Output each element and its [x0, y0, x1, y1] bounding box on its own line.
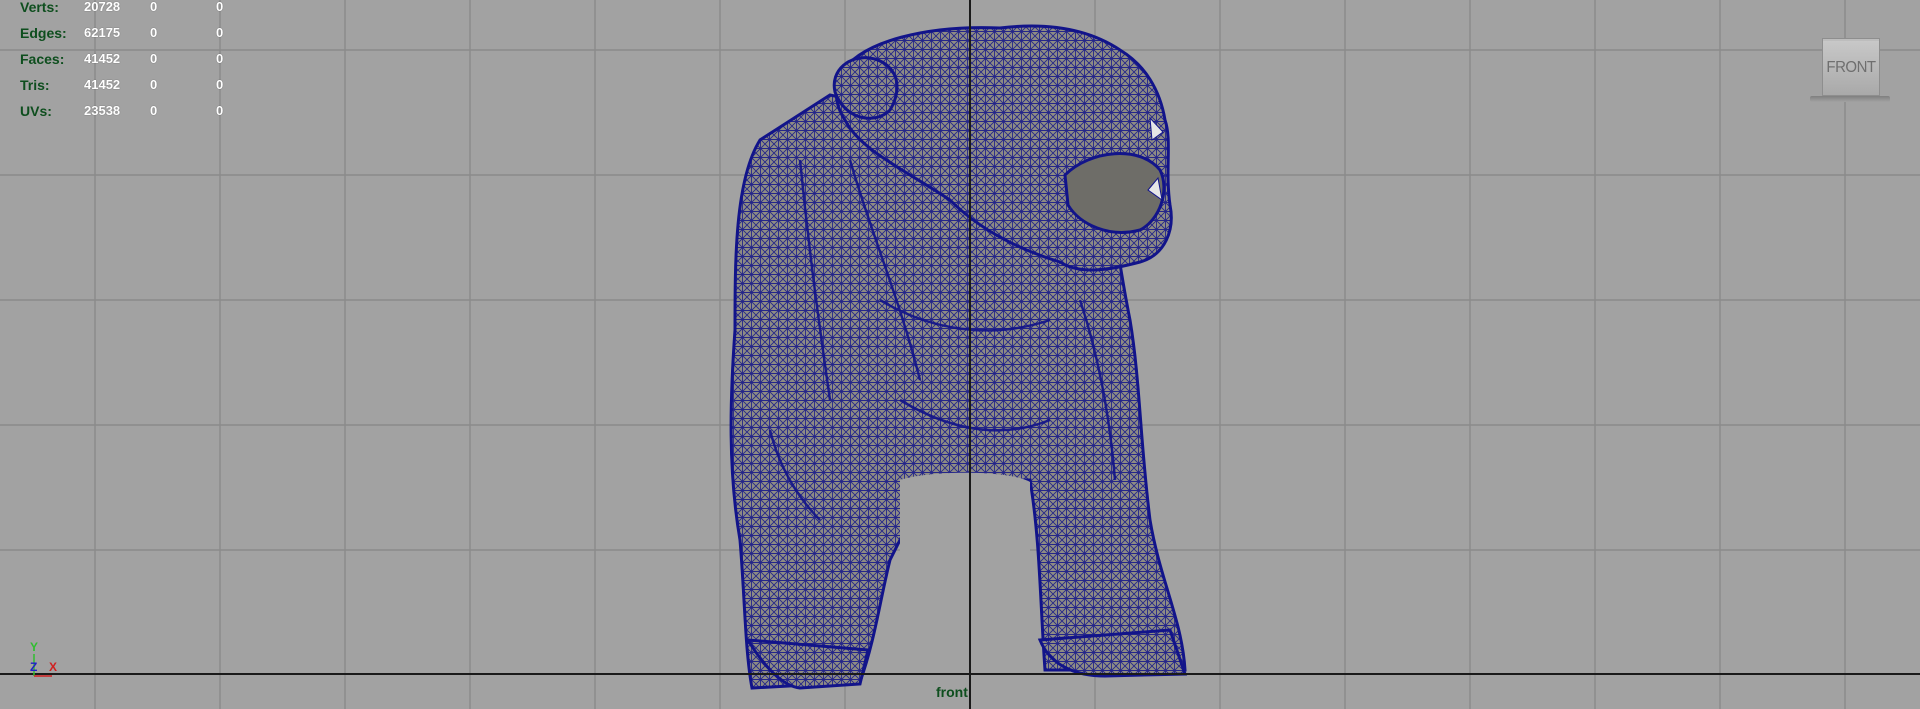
view-cube-label[interactable]: FRONT: [1826, 58, 1876, 76]
axis-gizmo: Y Z X: [26, 640, 66, 680]
hud-label: Tris:: [20, 77, 50, 93]
hud-label: Verts:: [20, 0, 59, 15]
view-cube-shadow: [1810, 96, 1890, 102]
hud-component: 0: [216, 0, 224, 14]
hud-row-faces: Faces: 41452 0 0: [20, 46, 246, 72]
hud-selected: 0: [150, 25, 158, 40]
hud-selected: 0: [150, 51, 158, 66]
hud-label: UVs:: [20, 103, 52, 119]
viewport-scene[interactable]: [0, 0, 1920, 709]
viewport-front[interactable]: Verts: 20728 0 0 Edges: 62175 0 0 Faces:…: [0, 0, 1920, 709]
axis-z-label: Z: [30, 660, 38, 674]
hud-total: 20728: [84, 0, 121, 14]
bear-mesh[interactable]: [729, 24, 1188, 690]
camera-name-label: front: [936, 684, 968, 700]
hud-total: 41452: [84, 77, 121, 92]
hud-selected: 0: [150, 77, 158, 92]
hud-component: 0: [216, 25, 224, 40]
hud-selected: 0: [150, 0, 158, 14]
hud-component: 0: [216, 103, 224, 118]
hud-label: Faces:: [20, 51, 65, 67]
hud-total: 62175: [84, 25, 121, 40]
hud-selected: 0: [150, 103, 158, 118]
hud-label: Edges:: [20, 25, 67, 41]
axis-y-label: Y: [30, 640, 39, 654]
hud-row-uvs: UVs: 23538 0 0: [20, 98, 246, 124]
hud-row-edges: Edges: 62175 0 0: [20, 20, 246, 46]
hud-component: 0: [216, 51, 224, 66]
hud-total: 41452: [84, 51, 121, 66]
hud-total: 23538: [84, 103, 121, 118]
poly-count-hud: Verts: 20728 0 0 Edges: 62175 0 0 Faces:…: [20, 0, 246, 124]
hud-row-tris: Tris: 41452 0 0: [20, 72, 246, 98]
hud-component: 0: [216, 77, 224, 92]
hud-row-verts: Verts: 20728 0 0: [20, 0, 246, 20]
view-cube[interactable]: FRONT: [1822, 38, 1880, 96]
axis-x-label: X: [49, 660, 58, 674]
